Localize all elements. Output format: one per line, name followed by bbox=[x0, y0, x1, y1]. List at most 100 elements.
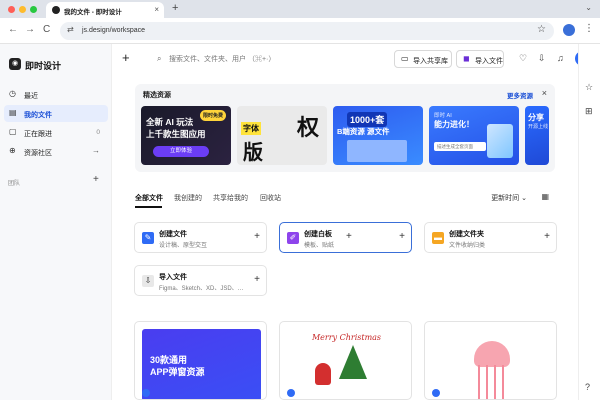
download-icon[interactable]: ⇩ bbox=[538, 53, 546, 64]
banner-subline: 能力进化！ bbox=[434, 120, 474, 129]
tentacle bbox=[502, 365, 504, 399]
bookmark-star-icon[interactable]: ☆ bbox=[537, 24, 546, 35]
favorite-icon[interactable]: ☆ bbox=[585, 82, 593, 93]
create-folder-card[interactable]: ▬ 创建文件夹 文件收纳归类 + bbox=[424, 222, 557, 253]
banner-headline: 1000+套 bbox=[347, 112, 388, 127]
forward-icon[interactable]: → bbox=[25, 24, 35, 35]
tab-trash[interactable]: 回收站 bbox=[260, 193, 281, 203]
tab-all-files[interactable]: 全部文件 bbox=[135, 193, 163, 203]
create-file-card[interactable]: ✎ 创建文件 设计稿、原型交互 + bbox=[134, 222, 267, 253]
sort-dropdown[interactable]: 更新时间 ⌄ bbox=[491, 193, 527, 203]
tab-title: 我的文件 - 即时设计 bbox=[64, 9, 122, 16]
browser-menu-icon[interactable]: ⋮ bbox=[584, 23, 594, 34]
back-icon[interactable]: ← bbox=[8, 24, 18, 35]
plugins-icon[interactable]: ⊞ bbox=[585, 106, 593, 117]
owner-avatar bbox=[142, 389, 150, 397]
url-text[interactable]: js.design/workspace bbox=[82, 27, 145, 34]
banner-headline: 分享 bbox=[528, 113, 544, 122]
maximize-window-button[interactable] bbox=[30, 6, 37, 13]
library-icon: ▭ bbox=[401, 54, 409, 63]
right-toolbar: ☆ ⊞ ? bbox=[578, 44, 600, 400]
tips-icon[interactable]: ♡ bbox=[519, 53, 527, 64]
jellyfish-icon bbox=[474, 341, 510, 367]
close-window-button[interactable] bbox=[8, 6, 15, 13]
browser-tab[interactable]: 我的文件 - 即时设计 × bbox=[46, 2, 164, 18]
tab-created-by-me[interactable]: 我创建的 bbox=[174, 193, 202, 203]
file-thumbnail[interactable] bbox=[424, 321, 557, 400]
new-tab-button[interactable]: + bbox=[172, 2, 178, 14]
tab-list-icon[interactable]: ⌄ bbox=[585, 3, 592, 12]
sidebar-item-following[interactable]: ▢ 正在跟进 0 bbox=[4, 124, 108, 141]
help-icon[interactable]: ? bbox=[585, 382, 590, 392]
import-library-button[interactable]: ▭ 导入共享库 bbox=[394, 50, 452, 68]
banner-font-copyright[interactable]: 字体 版 权 bbox=[237, 106, 327, 165]
favicon-icon bbox=[52, 6, 60, 14]
grid-view-icon[interactable]: ▦ bbox=[541, 192, 549, 201]
banner-subline: 开源上线 bbox=[528, 124, 549, 130]
banner-headline: 全新 AI 玩法 bbox=[146, 117, 194, 127]
more-resources-link[interactable]: 更多资源 bbox=[507, 90, 533, 100]
minimize-window-button[interactable] bbox=[19, 6, 26, 13]
search-input[interactable] bbox=[169, 53, 389, 65]
address-bar[interactable]: ⇄ js.design/workspace ☆ bbox=[60, 22, 554, 40]
search-icon: ⌕ bbox=[157, 54, 162, 63]
thumbnail-image: Merry Christmas bbox=[287, 329, 406, 399]
banner-ai-apps[interactable]: 限时免费 全新 AI 玩法 上千款生图应用 立即体验 bbox=[141, 106, 231, 165]
banner-screens-image bbox=[347, 140, 407, 162]
browser-tab-bar: 我的文件 - 即时设计 × + ⌄ bbox=[0, 0, 600, 18]
folder-icon: ▬ bbox=[432, 232, 444, 244]
banner-ai-evolution[interactable]: 即时 AI 能力进化！ 描述生成全套页面 bbox=[429, 106, 519, 165]
plus-icon[interactable]: + bbox=[544, 231, 550, 242]
banner-char: 权 bbox=[297, 115, 320, 140]
create-file-icon: ✎ bbox=[142, 232, 154, 244]
plus-icon[interactable]: + bbox=[254, 274, 260, 285]
banner-b-end-resources[interactable]: 1000+套 B端资源 源文件 bbox=[333, 106, 423, 165]
notification-icon[interactable]: ♫ bbox=[557, 53, 564, 63]
plus-icon[interactable]: + bbox=[254, 231, 260, 242]
import-file-icon: ◼ bbox=[463, 54, 470, 63]
sidebar-item-label: 正在跟进 bbox=[24, 131, 52, 138]
sidebar-item-label: 最近 bbox=[24, 93, 38, 100]
banner-badge: 限时免费 bbox=[199, 110, 226, 121]
file-icon: ▤ bbox=[9, 108, 17, 117]
reload-icon[interactable]: C bbox=[43, 24, 50, 35]
try-now-button[interactable]: 立即体验 bbox=[153, 146, 209, 157]
import-file-button[interactable]: ◼ 导入文件 bbox=[456, 50, 504, 68]
sidebar: ◉ 即时设计 ◷ 最近 ▤ 我的文件 ▢ 正在跟进 0 ⊕ 资源社区 → 团队 … bbox=[0, 44, 112, 400]
sidebar-item-community[interactable]: ⊕ 资源社区 → bbox=[4, 143, 108, 160]
close-featured-icon[interactable]: × bbox=[542, 88, 547, 98]
following-count: 0 bbox=[96, 129, 100, 136]
plus-icon[interactable]: + bbox=[346, 231, 352, 242]
owner-avatar bbox=[287, 389, 295, 397]
tab-shared-with-me[interactable]: 共享给我的 bbox=[213, 193, 248, 203]
file-thumbnail[interactable]: 30款通用 APP弹窗资源 bbox=[134, 321, 267, 400]
create-whiteboard-card[interactable]: ✐ 创建白板 模板、贴纸 + + bbox=[279, 222, 412, 253]
logo-text: 即时设计 bbox=[25, 61, 62, 71]
card-subtitle: 文件收纳归类 bbox=[449, 243, 486, 249]
arrow-right-icon: → bbox=[92, 146, 100, 155]
sidebar-item-my-files[interactable]: ▤ 我的文件 bbox=[4, 105, 108, 122]
create-plus-button[interactable]: + bbox=[122, 50, 130, 65]
sidebar-item-recent[interactable]: ◷ 最近 bbox=[4, 86, 108, 103]
browser-profile-icon[interactable] bbox=[563, 24, 575, 36]
card-subtitle: 设计稿、原型交互 bbox=[159, 243, 208, 249]
thumbnail-image: 30款通用 APP弹窗资源 bbox=[142, 329, 261, 399]
site-info-icon[interactable]: ⇄ bbox=[67, 25, 74, 34]
tentacle bbox=[494, 365, 496, 399]
import-file-card[interactable]: ⇩ 导入文件 Figma、Sketch、XD、JSD、… + bbox=[134, 265, 267, 296]
featured-resources: 精选资源 更多资源 × 限时免费 全新 AI 玩法 上千款生图应用 立即体验 字… bbox=[135, 84, 555, 172]
file-thumbnail[interactable]: Merry Christmas bbox=[279, 321, 412, 400]
globe-icon: ⊕ bbox=[9, 146, 16, 155]
add-team-button[interactable]: + bbox=[93, 174, 99, 185]
thumbnail-image bbox=[432, 329, 551, 399]
banner-share[interactable]: 分享 开源上线 bbox=[525, 106, 549, 165]
tab-close-icon[interactable]: × bbox=[154, 5, 159, 14]
import-file-label: 导入文件 bbox=[475, 58, 503, 65]
sidebar-item-label: 我的文件 bbox=[24, 112, 52, 119]
logo-icon: ◉ bbox=[9, 58, 21, 70]
card-subtitle: 模板、贴纸 bbox=[304, 243, 335, 249]
card-title: 导入文件 bbox=[159, 274, 187, 281]
card-title: 创建白板 bbox=[304, 231, 332, 238]
plus-icon[interactable]: + bbox=[399, 231, 405, 242]
card-title: 创建文件 bbox=[159, 231, 187, 238]
